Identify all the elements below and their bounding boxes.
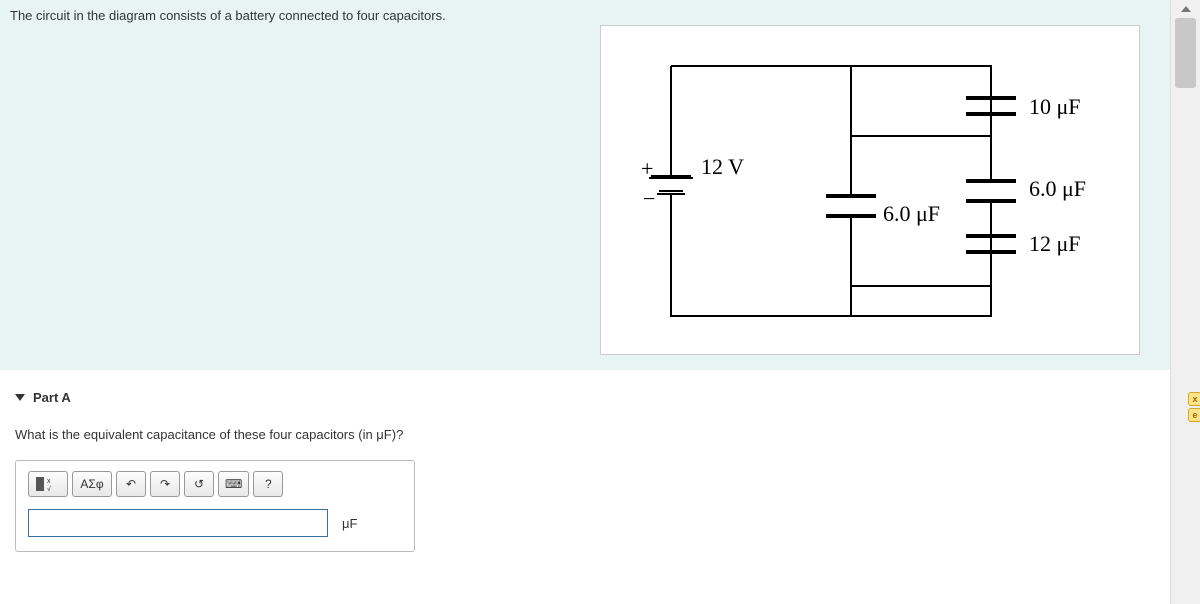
help-button[interactable]: ?: [253, 471, 283, 497]
cap-left-label: 6.0 μF: [883, 201, 940, 226]
svg-text:√: √: [47, 485, 51, 492]
equation-toolbar: x √ ΑΣφ ↶ ↷ ↺ ⌨ ?: [28, 471, 402, 497]
problem-area: The circuit in the diagram consists of a…: [0, 0, 1170, 370]
scroll-up-icon[interactable]: [1171, 0, 1200, 18]
templates-button[interactable]: x √: [28, 471, 68, 497]
cap-top-label: 10 μF: [1029, 94, 1081, 119]
reset-button[interactable]: ↺: [184, 471, 214, 497]
part-title: Part A: [33, 390, 71, 405]
redo-button[interactable]: ↷: [150, 471, 180, 497]
voltage-label: 12 V: [701, 154, 744, 179]
side-close-icon[interactable]: x: [1188, 392, 1200, 406]
greek-button[interactable]: ΑΣφ: [72, 471, 112, 497]
keyboard-button[interactable]: ⌨: [218, 471, 249, 497]
answer-input[interactable]: [28, 509, 328, 537]
svg-text:x: x: [47, 478, 51, 485]
part-a-section: Part A What is the equivalent capacitanc…: [0, 370, 1170, 562]
collapse-icon: [15, 394, 25, 401]
cap-bottom-label: 12 μF: [1029, 231, 1081, 256]
part-header[interactable]: Part A: [15, 390, 1155, 405]
circuit-diagram: + − 12 V 6.0 μF: [600, 25, 1140, 355]
scrollbar[interactable]: x e: [1170, 0, 1200, 604]
unit-label: μF: [342, 516, 357, 531]
scroll-thumb[interactable]: [1175, 18, 1196, 88]
battery-minus: −: [643, 186, 655, 211]
undo-button[interactable]: ↶: [116, 471, 146, 497]
cap-mid-right-label: 6.0 μF: [1029, 176, 1086, 201]
side-info-icon[interactable]: e: [1188, 408, 1200, 422]
question-text: What is the equivalent capacitance of th…: [15, 427, 1155, 442]
battery-plus: +: [641, 156, 653, 181]
answer-box: x √ ΑΣφ ↶ ↷ ↺ ⌨ ? μF: [15, 460, 415, 552]
problem-statement: The circuit in the diagram consists of a…: [10, 8, 1160, 23]
